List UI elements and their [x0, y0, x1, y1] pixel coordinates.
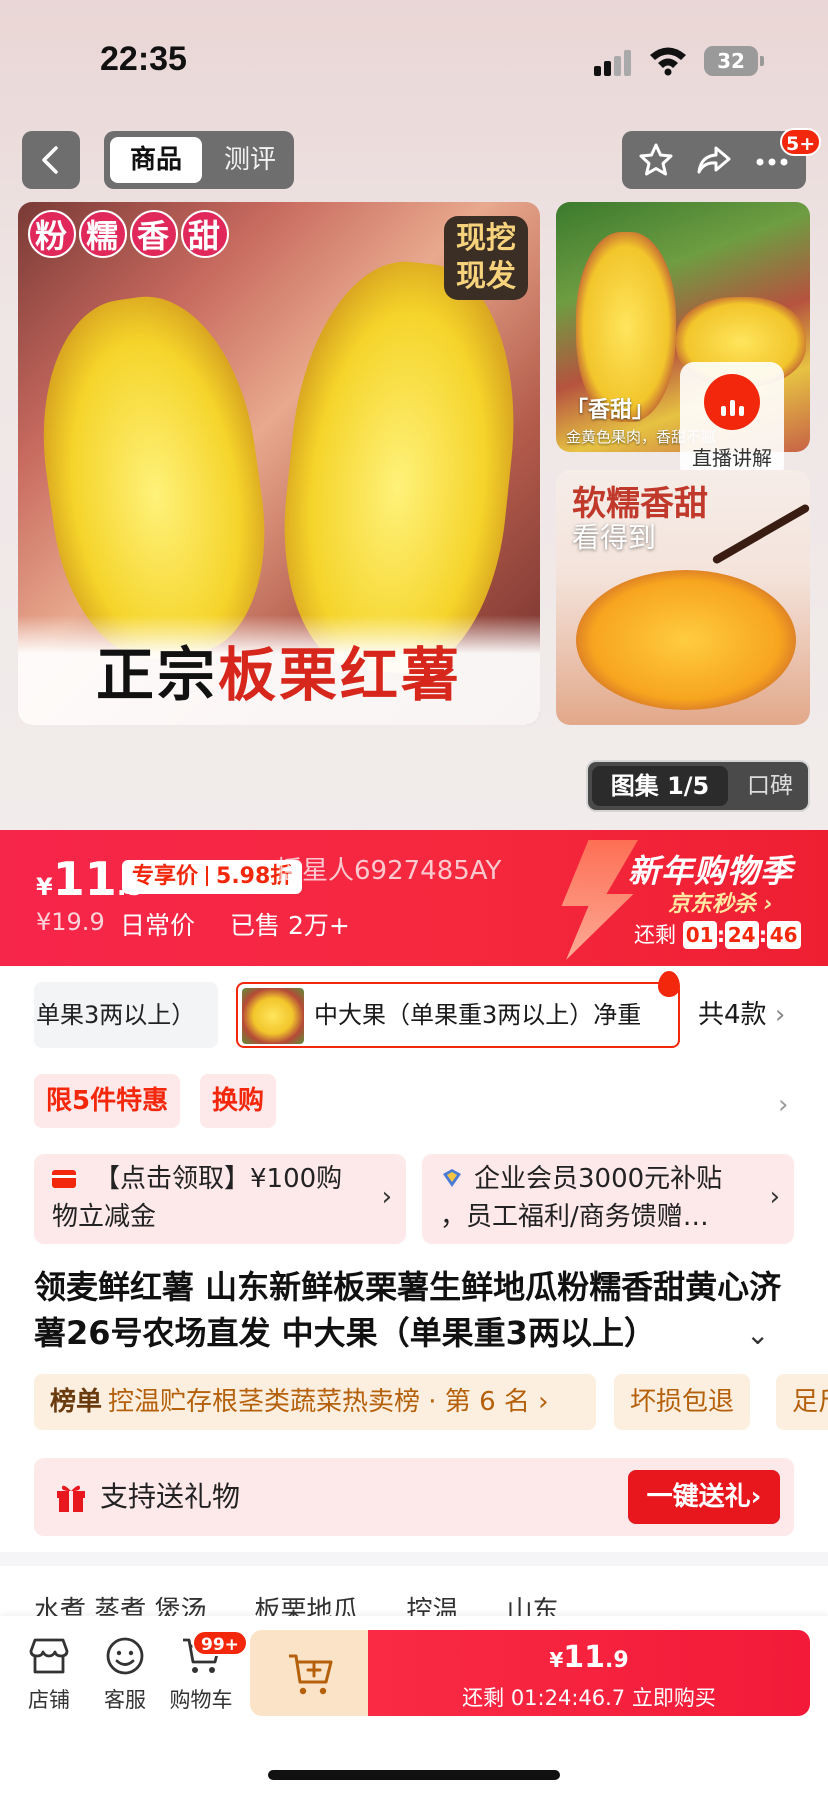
side-image-1-label: 「香甜」 [566, 398, 655, 423]
promo-tag-exchange: 换购 [200, 1074, 277, 1128]
variant-thumbnail [242, 988, 304, 1044]
gallery-switch: 图集 1/5 口碑 [586, 760, 810, 812]
promo-tag-limit: 限5件特惠 [34, 1074, 181, 1128]
promo-tags-row[interactable]: 限5件特惠 换购 › [0, 1070, 828, 1140]
product-page: 22:35 32 商品 测评 5+ 粉糯香甜 现挖现发 正宗板栗红薯 「香甜」 … [0, 0, 828, 1796]
chevron-left-icon [42, 146, 58, 174]
home-indicator[interactable] [268, 1770, 560, 1780]
battery-icon: 32 [704, 46, 764, 76]
enterprise-member-icon [443, 1169, 461, 1187]
reputation-tab[interactable]: 口碑 [732, 766, 808, 806]
image-badge-fresh-dug: 现挖现发 [444, 216, 528, 300]
variant-count-link[interactable]: 共4款 › [698, 982, 785, 1048]
share-icon[interactable] [694, 140, 734, 180]
section-divider [0, 1552, 828, 1566]
buy-now-button[interactable]: ¥11.9 还剩 01:24:46.7 立即购买 [368, 1630, 810, 1716]
wifi-icon [650, 47, 686, 76]
store-icon [29, 1638, 69, 1674]
coupon-card-2[interactable]: 企业会员3000元补贴 ，员工福利/商务馈赠… › [422, 1154, 794, 1244]
tab-product[interactable]: 商品 [110, 137, 202, 183]
image-tag-fen-nuo: 粉糯香甜 [28, 210, 232, 258]
gift-icon [57, 1485, 85, 1512]
notification-badge: 5+ [780, 128, 822, 156]
user-watermark: 摇星人6927485AY [276, 856, 502, 886]
star-icon[interactable] [636, 140, 676, 180]
daily-price-label: 日常价 [120, 911, 196, 940]
variant-option[interactable]: 单果3两以上） [34, 982, 218, 1048]
send-gift-button[interactable]: 一键送礼› [628, 1470, 780, 1524]
side-image-2[interactable]: 软糯香甜 看得到 [556, 470, 810, 725]
tab-review[interactable]: 测评 [208, 137, 292, 183]
store-button[interactable]: 店铺 [14, 1634, 84, 1714]
buy-now-price: ¥11.9 [549, 1640, 629, 1675]
side-image-2-sub: 看得到 [572, 521, 657, 554]
ranking-row: 榜单控温贮存根茎类蔬菜热卖榜 · 第 6 名 › 坏损包退 足斤 [0, 1374, 828, 1434]
customer-service-button[interactable]: 客服 [90, 1634, 160, 1714]
chopsticks-image [711, 503, 810, 565]
main-image-caption: 正宗板栗红薯 [18, 615, 540, 725]
chevron-right-icon: › [774, 1000, 786, 1030]
chevron-right-icon: › [769, 1182, 780, 1212]
product-title: 领麦鲜红薯 山东新鲜板栗薯生鲜地瓜粉糯香甜黄心济薯26号农场直发 中大果（单果重… [34, 1268, 782, 1352]
product-header-area: 22:35 32 商品 测评 5+ 粉糯香甜 现挖现发 正宗板栗红薯 「香甜」 … [0, 0, 828, 830]
album-tab[interactable]: 图集 1/5 [592, 766, 728, 806]
flash-sale-link[interactable]: 京东秒杀 › [668, 886, 773, 918]
live-icon [704, 374, 760, 430]
expand-title-icon[interactable]: ⌄ [746, 1318, 769, 1351]
status-time: 22:35 [100, 40, 187, 78]
buy-now-countdown: 还剩 01:24:46.7 立即购买 [462, 1686, 716, 1710]
countdown-timer: 还剩 01:24:46 [634, 920, 801, 950]
cellular-signal-icon [594, 50, 634, 76]
original-price: ¥19.9 [36, 908, 105, 936]
header-actions [622, 131, 806, 189]
coupon-card-1[interactable]: 【点击领取】¥100购 物立减金 › [34, 1154, 406, 1244]
gift-label: 支持送礼物 [100, 1480, 241, 1513]
variant-label: 中大果（单果重3两以上）净重 [314, 1001, 642, 1029]
main-product-image[interactable]: 粉糯香甜 现挖现发 正宗板栗红薯 [18, 202, 540, 725]
page-tab-switch: 商品 测评 [104, 131, 294, 189]
ranking-link[interactable]: 榜单 控温贮存根茎类蔬菜热卖榜 · 第 6 名 › [34, 1374, 596, 1430]
price-banner: ¥11.9 专享价5.98折 摇星人6927485AY ¥19.9 日常价 已售… [0, 830, 828, 966]
back-button[interactable] [22, 131, 80, 189]
chat-face-icon [106, 1637, 144, 1675]
service-tag-full-weight[interactable]: 足斤 [776, 1374, 828, 1430]
add-to-cart-button[interactable] [250, 1630, 370, 1716]
sweet-potato-image [576, 570, 796, 710]
variant-option-selected[interactable]: 中大果（单果重3两以上）净重 [236, 982, 680, 1048]
sweet-potato-image [23, 284, 283, 670]
service-tag-damage-refund[interactable]: 坏损包退 [614, 1374, 751, 1430]
lightning-icon [561, 840, 638, 960]
bottom-action-bar: 店铺 客服 购物车 99+ ¥11.9 还剩 01:24:46.7 立即购买 [0, 1616, 828, 1796]
live-explain-button[interactable]: 直播讲解 [680, 362, 784, 480]
add-cart-icon [289, 1654, 333, 1695]
gift-support-row: 支持送礼物 一键送礼› [34, 1458, 794, 1536]
chevron-right-icon: › [381, 1182, 392, 1212]
chevron-right-icon: › [778, 1090, 789, 1120]
live-explain-label: 直播讲解 [692, 446, 772, 470]
hot-flame-icon [658, 971, 680, 997]
variant-selector: 单果3两以上） 中大果（单果重3两以上）净重 共4款 › [0, 966, 828, 1076]
cart-count-badge: 99+ [192, 1630, 248, 1656]
sold-count: 已售 2万+ [230, 911, 350, 940]
card-icon [52, 1170, 76, 1188]
